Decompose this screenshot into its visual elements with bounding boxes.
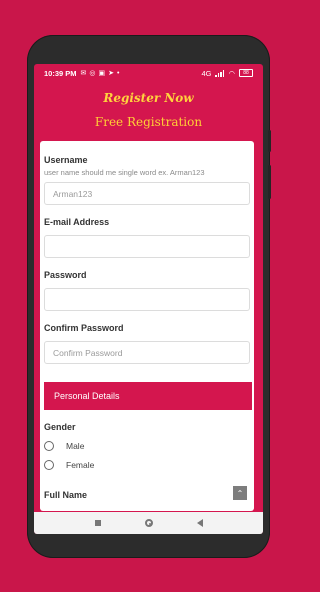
username-hint: user name should me single word ex. Arma… — [44, 168, 205, 177]
app-screen: 10:39 PM ✉ ◎ ▣ ➤ • 4G ◠ 88 Register Now … — [34, 64, 263, 534]
recent-apps-button[interactable] — [94, 520, 101, 526]
status-time: 10:39 PM — [44, 68, 77, 78]
notification-icons: ✉ ◎ ▣ ➤ • — [81, 70, 120, 77]
male-label: Male — [66, 441, 85, 451]
full-name-label: Full Name — [44, 490, 88, 500]
radio-female[interactable] — [44, 460, 54, 470]
wifi-icon: ◠ — [228, 68, 235, 78]
page-title: Register Now — [103, 91, 194, 105]
more-icon: • — [117, 69, 120, 77]
username-placeholder: Arman123 — [53, 188, 93, 199]
email-label: E-mail Address — [44, 217, 110, 227]
radio-male[interactable] — [44, 441, 54, 451]
navigation-bar — [34, 512, 263, 534]
confirm-password-field[interactable]: Confirm Password — [44, 341, 250, 364]
back-button[interactable] — [196, 519, 203, 527]
message-icon: ✉ — [80, 69, 87, 77]
confirm-password-label: Confirm Password — [44, 323, 124, 333]
power-button — [268, 165, 271, 199]
battery-icon: 88 — [239, 69, 253, 77]
personal-details-label: Personal Details — [54, 391, 120, 401]
confirm-password-placeholder: Confirm Password — [53, 347, 123, 358]
password-field[interactable] — [44, 288, 250, 311]
gender-option-female[interactable]: Female — [44, 460, 94, 470]
system-icons: 4G ◠ 88 — [201, 69, 253, 78]
status-bar: 10:39 PM ✉ ◎ ▣ ➤ • 4G ◠ 88 — [34, 64, 263, 82]
scroll-to-top-button[interactable]: ⌃ — [233, 486, 247, 500]
username-input[interactable]: Arman123 — [44, 182, 250, 205]
volume-button — [268, 130, 271, 152]
username-label: Username — [44, 155, 88, 165]
chevron-up-icon: ⌃ — [236, 488, 244, 498]
gender-label: Gender — [44, 422, 76, 432]
gender-option-male[interactable]: Male — [44, 441, 84, 451]
home-button[interactable] — [144, 519, 153, 527]
signal-icon — [215, 69, 225, 77]
password-label: Password — [44, 270, 87, 280]
whatsapp-icon: ◎ — [89, 69, 96, 77]
telegram-icon: ➤ — [108, 69, 115, 77]
registration-form: Username user name should me single word… — [40, 141, 254, 511]
personal-details-header: Personal Details — [44, 382, 252, 410]
network-type: 4G — [201, 68, 212, 78]
page-subtitle: Free Registration — [94, 115, 203, 129]
email-field[interactable] — [44, 235, 250, 258]
female-label: Female — [66, 460, 95, 470]
battery-level: 88 — [243, 70, 249, 76]
gallery-icon: ▣ — [98, 69, 106, 77]
